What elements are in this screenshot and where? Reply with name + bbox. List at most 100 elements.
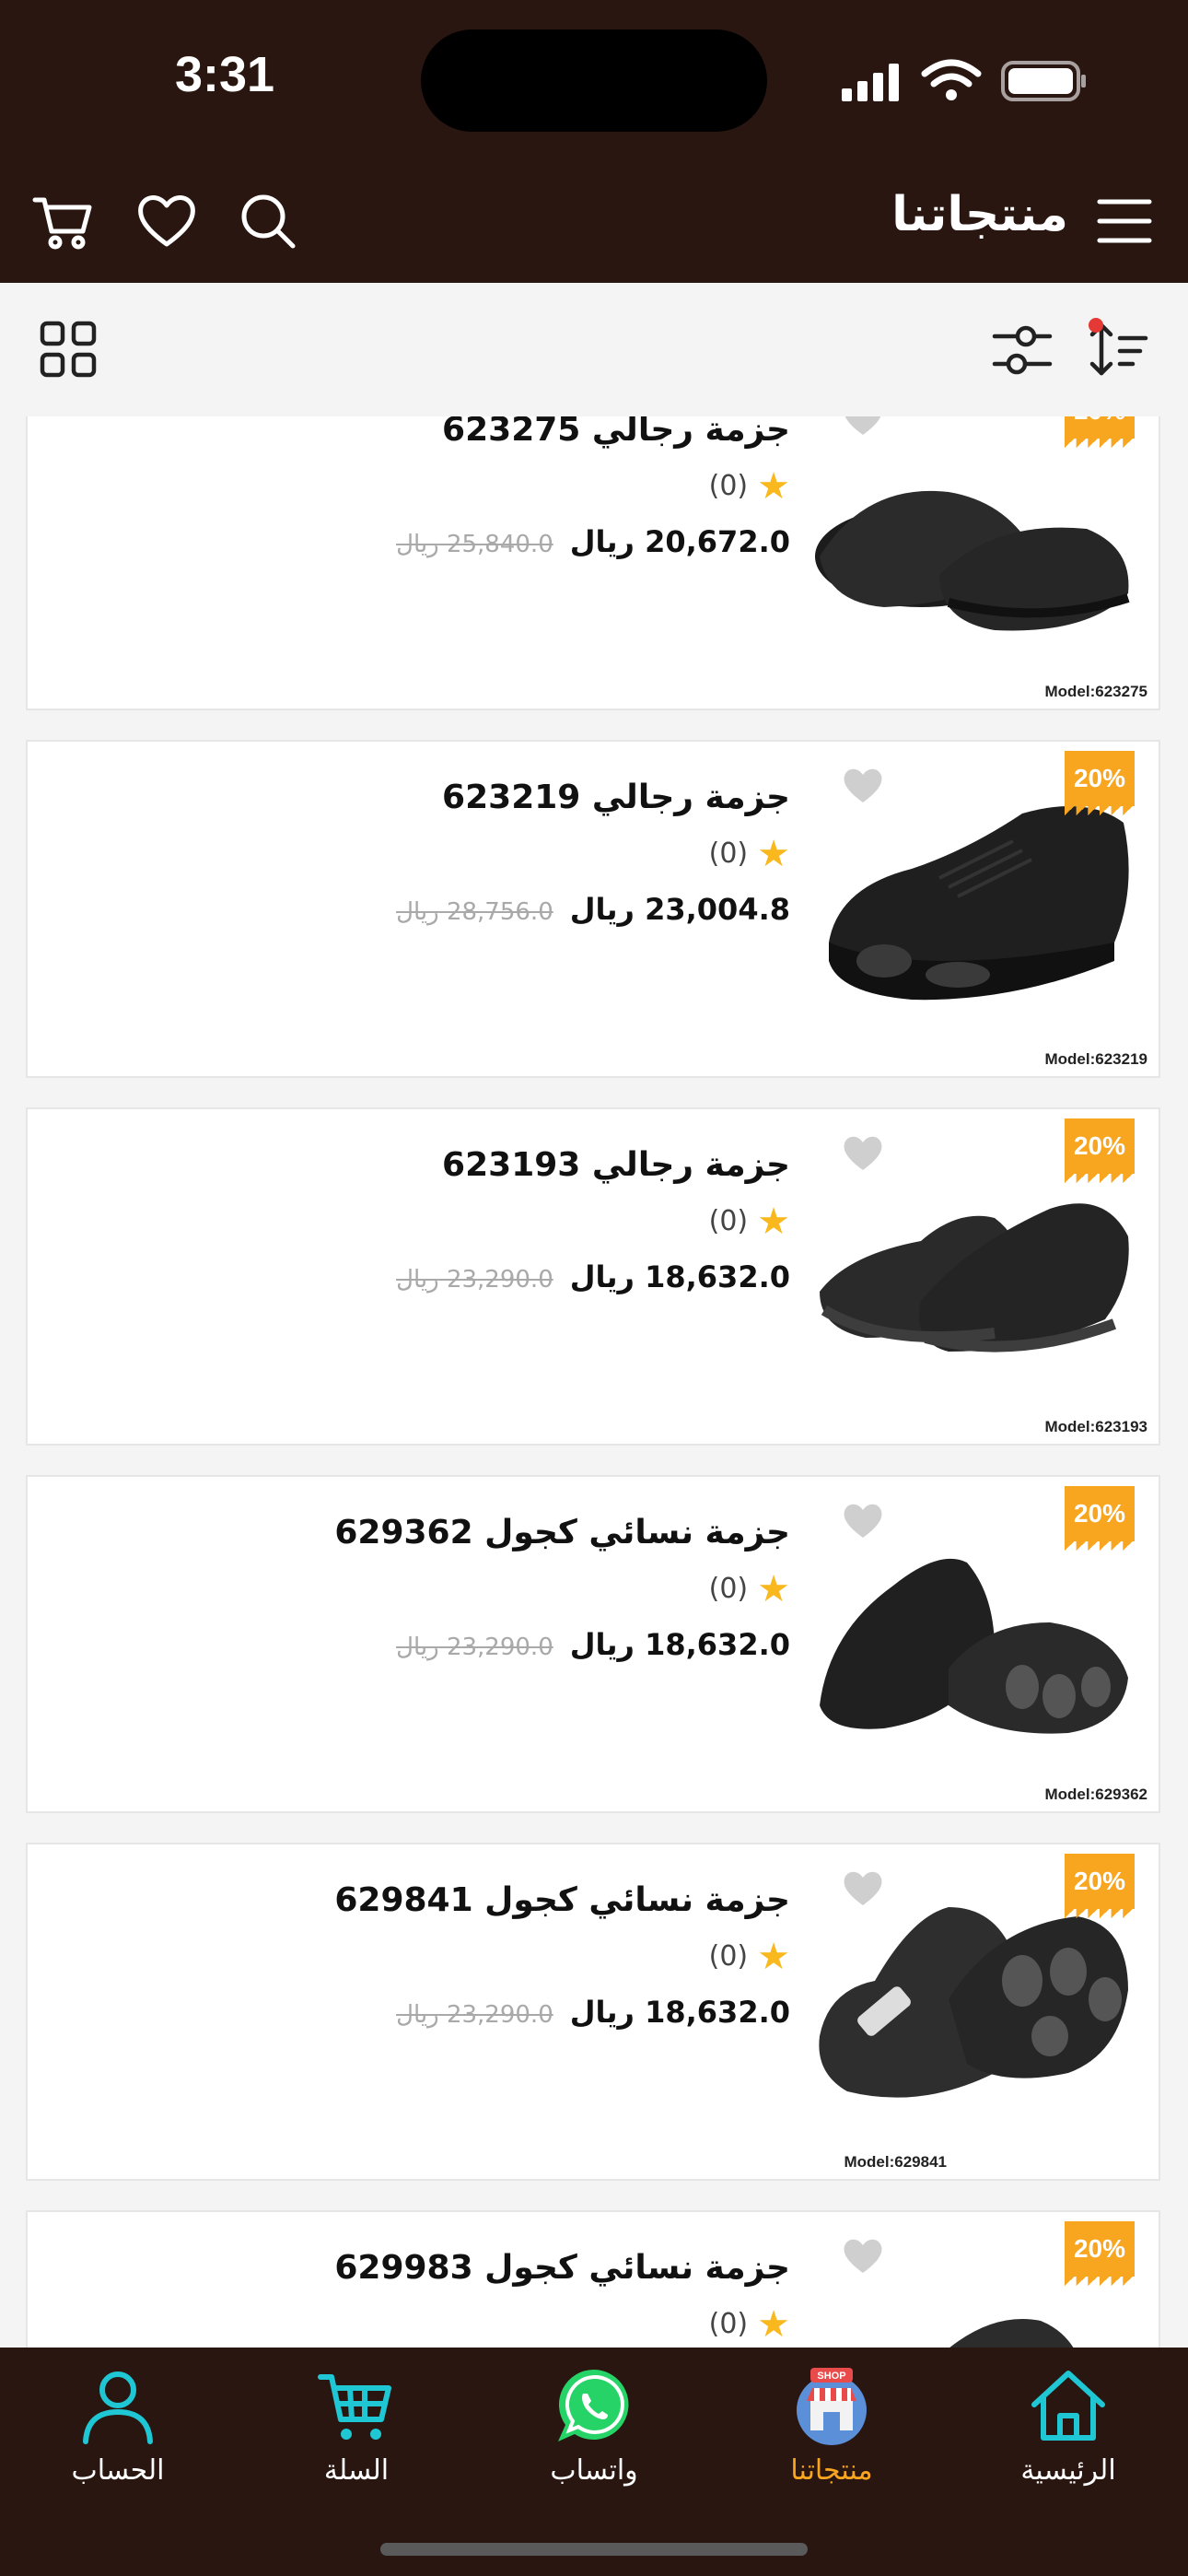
status-icons: [842, 59, 1086, 101]
discount-badge: 20%: [1065, 1854, 1135, 1918]
product-card[interactable]: 20% جزمة رجالي 623219 (0) ★ 23,004.8 ريا…: [26, 740, 1160, 1078]
filter-active-dot: [1089, 318, 1103, 333]
model-label: Model:629841: [844, 2153, 948, 2171]
model-label: Model:623219: [1044, 1050, 1148, 1068]
price-row: 18,632.0 ريال 23,290.0 ريال: [396, 1259, 790, 1294]
nav-whatsapp[interactable]: واتساب: [493, 2364, 695, 2502]
discount-badge: 20%: [1065, 1118, 1135, 1183]
page-title: منتجاتنا: [891, 187, 1068, 242]
nav-products-label: منتجاتنا: [790, 2454, 873, 2487]
product-name[interactable]: جزمة نسائي كجول 629841: [334, 1881, 790, 1919]
product-rating: (0) ★: [708, 1935, 790, 1978]
product-name[interactable]: جزمة نسائي كجول 629362: [334, 1514, 790, 1551]
price-current: 18,632.0 ريال: [569, 1627, 790, 1662]
wifi-icon: [921, 59, 982, 88]
price-row: 18,632.0 ريال 23,290.0 ريال: [396, 1627, 790, 1662]
product-card[interactable]: 20% جزمة نسائي كجول 629362 (0) ★ 18,632.…: [26, 1475, 1160, 1813]
price-current: 23,004.8 ريال: [569, 892, 790, 927]
menu-icon[interactable]: [1092, 189, 1157, 253]
bottom-nav: الحساب السلة واتساب SHOP منتجاتنا الرئيس…: [0, 2348, 1188, 2576]
shop-icon: SHOP: [797, 2368, 867, 2445]
product-image: [819, 1907, 1128, 2098]
filter-sliders-icon[interactable]: [989, 316, 1055, 382]
dynamic-island: [421, 29, 767, 132]
app-header: منتجاتنا: [0, 161, 1188, 283]
star-icon: ★: [757, 832, 790, 875]
price-original: 28,756.0 ريال: [396, 898, 553, 926]
status-time: 3:31: [175, 47, 275, 102]
product-card[interactable]: 20% جزمة نسائي كجول 629983 (0) ★: [26, 2210, 1160, 2348]
cart-icon: [318, 2374, 391, 2440]
signal-icon: [842, 64, 899, 101]
product-card[interactable]: 20% جزمة رجالي 623193 (0) ★ 18,632.0 ريا…: [26, 1107, 1160, 1446]
price-row: 20,672.0 ريال 25,840.0 ريال: [396, 524, 790, 559]
product-name[interactable]: جزمة نسائي كجول 629983: [334, 2249, 790, 2287]
wishlist-heart-icon[interactable]: [842, 1501, 884, 1540]
nav-products[interactable]: SHOP منتجاتنا: [730, 2364, 933, 2502]
nav-account-label: الحساب: [71, 2454, 165, 2487]
price-original: 25,840.0 ريال: [396, 531, 553, 558]
filter-toolbar: [0, 283, 1188, 416]
product-card[interactable]: 20% جزمة رجالي 623275 (0) ★ 20,672.0 ريا…: [26, 416, 1160, 710]
price-current: 18,632.0 ريال: [569, 1995, 790, 2030]
nav-cart-label: السلة: [323, 2454, 390, 2487]
wishlist-heart-icon[interactable]: [842, 416, 884, 437]
rating-count: (0): [708, 1940, 749, 1973]
search-icon[interactable]: [236, 189, 300, 253]
product-name[interactable]: جزمة رجالي 623219: [442, 779, 790, 816]
rating-count: (0): [708, 1573, 749, 1605]
price-row: 23,004.8 ريال 28,756.0 ريال: [396, 892, 790, 927]
rating-count: (0): [708, 837, 749, 870]
svg-text:SHOP: SHOP: [817, 2371, 845, 2382]
product-rating: (0) ★: [708, 2302, 790, 2346]
rating-count: (0): [708, 1205, 749, 1237]
product-rating: (0) ★: [708, 1567, 790, 1610]
product-name[interactable]: جزمة رجالي 623193: [442, 1146, 790, 1184]
discount-badge: 20%: [1065, 2221, 1135, 2286]
cart-icon[interactable]: [31, 189, 96, 253]
model-label: Model:623193: [1044, 1418, 1148, 1435]
star-icon: ★: [757, 1567, 790, 1610]
star-icon: ★: [757, 1935, 790, 1978]
grid-view-icon[interactable]: [35, 316, 101, 382]
price-current: 18,632.0 ريال: [569, 1259, 790, 1294]
nav-cart[interactable]: السلة: [255, 2364, 458, 2502]
heart-icon[interactable]: [134, 189, 199, 253]
price-original: 23,290.0 ريال: [396, 2001, 553, 2029]
star-icon: ★: [757, 1200, 790, 1243]
rating-count: (0): [708, 2308, 749, 2340]
price-row: 18,632.0 ريال 23,290.0 ريال: [396, 1995, 790, 2030]
discount-badge: 20%: [1065, 751, 1135, 815]
product-list: 20% جزمة رجالي 623275 (0) ★ 20,672.0 ريا…: [0, 416, 1188, 2348]
product-rating: (0) ★: [708, 464, 790, 508]
product-image: [815, 490, 1130, 631]
product-rating: (0) ★: [708, 832, 790, 875]
star-icon: ★: [757, 464, 790, 508]
wishlist-heart-icon[interactable]: [842, 2236, 884, 2275]
wishlist-heart-icon[interactable]: [842, 1133, 884, 1172]
discount-badge: 20%: [1065, 416, 1135, 448]
star-icon: ★: [757, 2302, 790, 2346]
whatsapp-icon: [558, 2370, 629, 2441]
home-icon: [1031, 2371, 1105, 2441]
price-current: 20,672.0 ريال: [569, 524, 790, 559]
nav-home-label: الرئيسية: [1020, 2454, 1116, 2487]
nav-account[interactable]: الحساب: [17, 2364, 219, 2502]
product-image: [820, 1558, 1128, 1734]
home-indicator: [380, 2543, 808, 2556]
battery-icon: [1001, 61, 1086, 101]
product-rating: (0) ★: [708, 1200, 790, 1243]
model-label: Model:623275: [1044, 683, 1148, 700]
nav-home[interactable]: الرئيسية: [967, 2364, 1170, 2502]
rating-count: (0): [708, 470, 749, 502]
wishlist-heart-icon[interactable]: [842, 766, 884, 804]
product-image: [829, 806, 1129, 1001]
user-icon: [83, 2371, 153, 2444]
product-image: [820, 1203, 1129, 1352]
wishlist-heart-icon[interactable]: [842, 1868, 884, 1907]
model-label: Model:629362: [1044, 1786, 1148, 1803]
discount-badge: 20%: [1065, 1486, 1135, 1551]
product-name[interactable]: جزمة رجالي 623275: [442, 416, 790, 449]
price-original: 23,290.0 ريال: [396, 1266, 553, 1294]
product-card[interactable]: 20% جزمة نسائي كجول 629841 (0) ★ 18,632.…: [26, 1843, 1160, 2181]
